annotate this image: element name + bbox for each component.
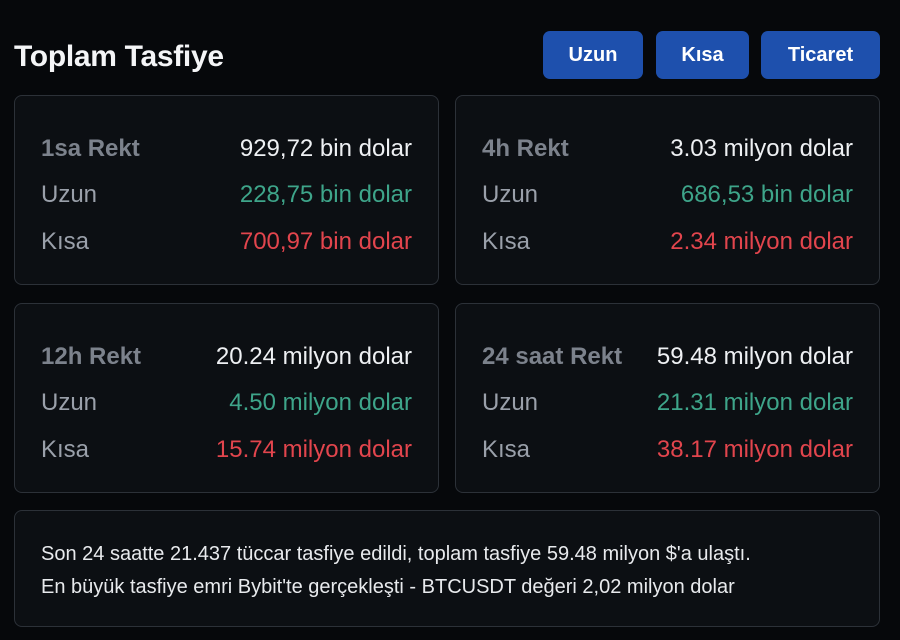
rekt-card-4h: 4h Rekt 3.03 milyon dolar Uzun 686,53 bi… [455, 95, 880, 285]
short-label: Kısa [41, 436, 90, 463]
long-row: Uzun 21.31 milyon dolar [482, 388, 853, 418]
long-label: Uzun [41, 389, 98, 416]
total-value: 3.03 milyon dolar [670, 135, 853, 162]
long-button[interactable]: Uzun [543, 31, 643, 79]
summary-line-2: En büyük tasfiye emri Bybit'te gerçekleş… [41, 576, 735, 598]
total-value: 929,72 bin dolar [239, 135, 412, 162]
period-label: 4h Rekt [482, 135, 569, 162]
long-value: 4.50 milyon dolar [229, 389, 412, 416]
summary-card: Son 24 saatte 21.437 tüccar tasfiye edil… [14, 510, 880, 627]
long-value: 228,75 bin dolar [239, 181, 412, 208]
short-button[interactable]: Kısa [656, 31, 749, 79]
long-row: Uzun 228,75 bin dolar [41, 180, 412, 210]
long-value: 686,53 bin dolar [680, 181, 853, 208]
long-value: 21.31 milyon dolar [656, 389, 853, 416]
period-label: 12h Rekt [41, 343, 142, 370]
long-label: Uzun [482, 389, 539, 416]
short-row: Kısa 2.34 milyon dolar [482, 227, 853, 257]
total-row: 24 saat Rekt 59.48 milyon dolar [482, 342, 853, 372]
short-label: Kısa [482, 228, 531, 255]
long-row: Uzun 4.50 milyon dolar [41, 388, 412, 418]
total-row: 4h Rekt 3.03 milyon dolar [482, 134, 853, 164]
short-value: 15.74 milyon dolar [215, 436, 412, 463]
long-label: Uzun [41, 181, 98, 208]
page-title: Toplam Tasfiye [14, 40, 224, 73]
trade-button[interactable]: Ticaret [761, 31, 880, 79]
short-value: 700,97 bin dolar [239, 228, 412, 255]
header: Toplam Tasfiye Uzun Kısa Ticaret [14, 30, 880, 82]
total-value: 20.24 milyon dolar [215, 343, 412, 370]
short-label: Kısa [41, 228, 90, 255]
total-row: 12h Rekt 20.24 milyon dolar [41, 342, 412, 372]
long-row: Uzun 686,53 bin dolar [482, 180, 853, 210]
short-label: Kısa [482, 436, 531, 463]
short-row: Kısa 700,97 bin dolar [41, 227, 412, 257]
period-label: 24 saat Rekt [482, 343, 623, 370]
short-row: Kısa 15.74 milyon dolar [41, 435, 412, 465]
short-value: 38.17 milyon dolar [656, 436, 853, 463]
period-label: 1sa Rekt [41, 135, 140, 162]
long-label: Uzun [482, 181, 539, 208]
liquidation-panel: Toplam Tasfiye Uzun Kısa Ticaret 1sa Rek… [0, 0, 900, 640]
total-value: 59.48 milyon dolar [656, 343, 853, 370]
rekt-card-1h: 1sa Rekt 929,72 bin dolar Uzun 228,75 bi… [14, 95, 439, 285]
rekt-card-24h: 24 saat Rekt 59.48 milyon dolar Uzun 21.… [455, 303, 880, 493]
short-value: 2.34 milyon dolar [670, 228, 853, 255]
summary-line-1: Son 24 saatte 21.437 tüccar tasfiye edil… [41, 543, 751, 565]
rekt-card-12h: 12h Rekt 20.24 milyon dolar Uzun 4.50 mi… [14, 303, 439, 493]
total-row: 1sa Rekt 929,72 bin dolar [41, 134, 412, 164]
short-row: Kısa 38.17 milyon dolar [482, 435, 853, 465]
